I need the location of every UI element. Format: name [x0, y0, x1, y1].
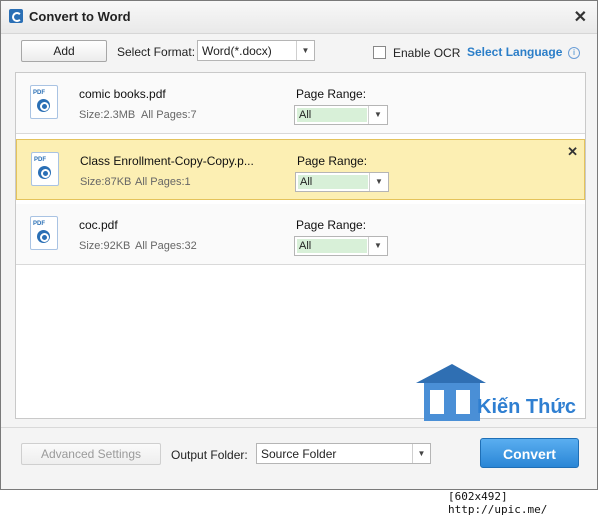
file-name: coc.pdf — [79, 218, 118, 232]
page-range-value: All — [297, 108, 367, 122]
close-icon[interactable]: ✕ — [574, 7, 587, 27]
chevron-down-icon: ▼ — [369, 173, 388, 191]
page-range-label: Page Range: — [296, 87, 367, 101]
page-range-select[interactable]: All ▼ — [295, 172, 389, 192]
file-name: comic books.pdf — [79, 87, 166, 101]
select-language-link[interactable]: Select Language — [467, 45, 562, 59]
format-value: Word(*.docx) — [202, 44, 272, 58]
page-range-select[interactable]: All ▼ — [294, 105, 388, 125]
add-button[interactable]: Add — [21, 40, 107, 62]
convert-dialog: Convert to Word ✕ Add Select Format: Wor… — [0, 0, 598, 490]
convert-button[interactable]: Convert — [480, 438, 579, 468]
output-folder-select[interactable]: Source Folder ▼ — [256, 443, 431, 464]
chevron-down-icon: ▼ — [368, 237, 387, 255]
image-caption: [602x492] http://upic.me/ — [448, 490, 548, 516]
ocr-checkbox[interactable] — [373, 46, 386, 59]
page-range-value: All — [297, 239, 367, 253]
file-row[interactable]: PDF coc.pdf Size:92KB All Pages:32 Page … — [16, 204, 585, 265]
format-select[interactable]: Word(*.docx) ▼ — [197, 40, 315, 61]
file-pages: All Pages:32 — [135, 240, 197, 252]
file-row-selected[interactable]: PDF Class Enrollment-Copy-Copy.p... Size… — [16, 139, 585, 200]
info-icon[interactable]: i — [568, 47, 580, 59]
file-name: Class Enrollment-Copy-Copy.p... — [80, 154, 254, 168]
watermark-text: Kiến Thức — [477, 396, 576, 418]
page-range-select[interactable]: All ▼ — [294, 236, 388, 256]
chevron-down-icon: ▼ — [368, 106, 387, 124]
file-size: Size:2.3MB — [79, 109, 136, 121]
page-range-value: All — [298, 175, 368, 189]
file-size: Size:92KB — [79, 240, 131, 252]
ocr-label: Enable OCR — [393, 46, 461, 60]
pdf-file-icon: PDF — [30, 85, 58, 119]
file-pages: All Pages:1 — [135, 176, 191, 188]
dialog-title: Convert to Word — [29, 9, 131, 24]
page-range-label: Page Range: — [297, 154, 368, 168]
bottom-bar: Advanced Settings Output Folder: Source … — [1, 427, 597, 490]
output-folder-value: Source Folder — [261, 447, 337, 461]
title-bar: Convert to Word ✕ — [1, 1, 597, 34]
remove-file-icon[interactable]: ✕ — [567, 144, 578, 160]
file-size: Size:87KB — [80, 176, 132, 188]
pdf-file-icon: PDF — [30, 216, 58, 250]
file-pages: All Pages:7 — [141, 109, 197, 121]
format-label: Select Format: — [117, 45, 196, 59]
output-folder-label: Output Folder: — [171, 448, 248, 462]
toolbar: Add Select Format: Word(*.docx) ▼ Enable… — [1, 34, 597, 70]
watermark-logo: Kiến Thức — [416, 364, 576, 421]
chevron-down-icon: ▼ — [296, 41, 314, 60]
page-range-label: Page Range: — [296, 218, 367, 232]
app-logo-icon — [9, 9, 23, 23]
advanced-settings-button[interactable]: Advanced Settings — [21, 443, 161, 465]
pdf-file-icon: PDF — [31, 152, 59, 186]
chevron-down-icon: ▼ — [412, 444, 430, 463]
file-row[interactable]: PDF comic books.pdf Size:2.3MB All Pages… — [16, 73, 585, 134]
